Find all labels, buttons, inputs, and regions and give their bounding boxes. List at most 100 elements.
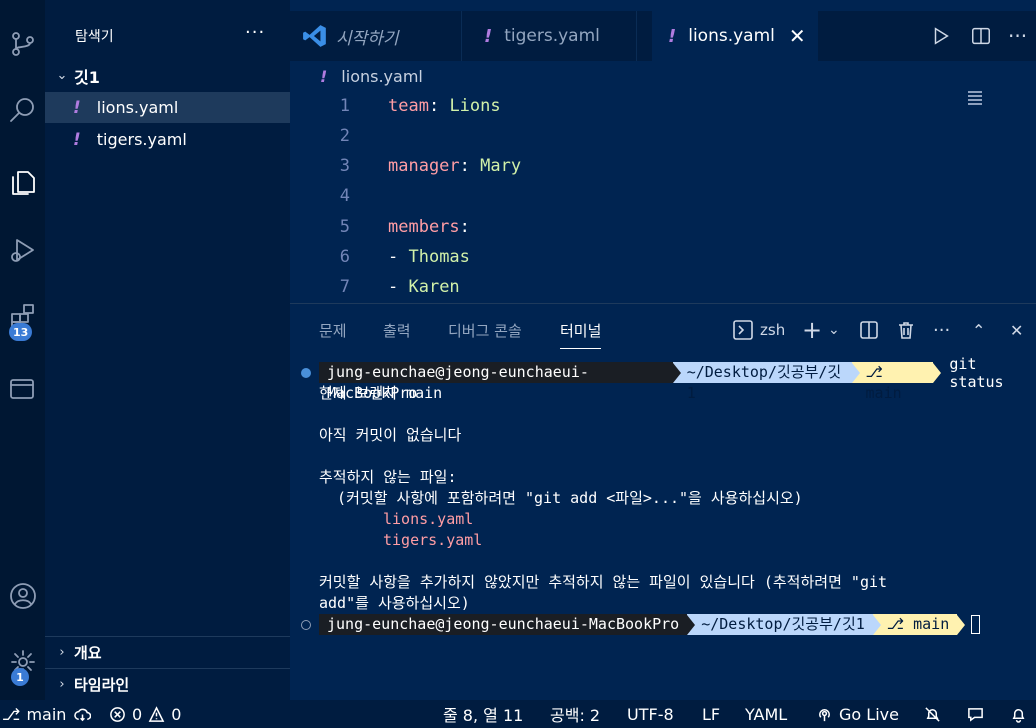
code-line: 7 - Karen	[290, 272, 970, 302]
line-number: 3	[339, 156, 350, 176]
yaml-file-icon: !	[73, 97, 81, 118]
branch-label: main	[26, 704, 67, 724]
source-control-icon[interactable]	[0, 20, 45, 68]
maximize-panel-icon[interactable]: ⌃	[972, 316, 985, 344]
terminal-shell-selector[interactable]: zsh	[733, 316, 785, 344]
warning-count: 0	[171, 704, 182, 724]
problems-status[interactable]: 0 0	[109, 700, 181, 728]
file-name: tigers.yaml	[96, 130, 187, 149]
terminal-line: 커밋할 사항을 추가하지 않았지만 추적하지 않는 파일이 있습니다 (추적하려…	[319, 573, 888, 591]
extensions-badge: 13	[9, 323, 33, 341]
yaml-key: manager	[388, 156, 460, 176]
yaml-key: team	[388, 96, 429, 116]
yaml-key: members	[388, 217, 460, 237]
file-row-lions[interactable]: ! lions.yaml	[45, 92, 290, 123]
section-label: 타임라인	[74, 675, 130, 694]
code-editor[interactable]: ! lions.yaml 1 team: Lions 2 3 manager: …	[290, 61, 1036, 303]
split-terminal-icon[interactable]	[859, 316, 879, 344]
prompt-git-branch: ⎇ main	[872, 614, 958, 635]
line-number: 2	[339, 126, 350, 146]
run-icon[interactable]	[930, 11, 952, 61]
yaml-file-icon: !	[668, 25, 677, 47]
sidebar-title: 탐색기	[75, 29, 114, 45]
terminal-line: 아직 커밋이 없습니다	[319, 426, 462, 444]
file-row-tigers[interactable]: ! tigers.yaml	[45, 124, 290, 155]
sync-cloud-icon	[74, 708, 92, 721]
tab-tigers[interactable]: ! tigers.yaml	[462, 11, 637, 61]
trash-icon[interactable]	[896, 316, 916, 344]
tab-label: lions.yaml	[688, 26, 775, 46]
code-line: 4	[290, 181, 970, 211]
tab-problems[interactable]: 문제	[319, 320, 347, 341]
cursor-position[interactable]: 줄 8, 열 11	[443, 700, 523, 728]
chevron-down-icon: ⌄	[56, 68, 68, 83]
tab-terminal[interactable]: 터미널	[560, 320, 602, 349]
error-icon	[110, 706, 125, 722]
code-line: 2	[290, 121, 970, 151]
bottom-panel: 문제 출력 디버그 콘솔 터미널 zsh + ⌄ ··· ⌃ ✕ jung-eu…	[290, 303, 1036, 700]
git-branch-icon: ⎇	[886, 615, 914, 633]
new-terminal-plus-icon[interactable]: +	[802, 316, 822, 344]
settings-badge: 1	[11, 668, 29, 686]
no-bell-icon[interactable]	[924, 700, 941, 728]
branch-name: main	[913, 615, 950, 633]
prompt-user: jung-eunchae@jeong-eunchaeui-MacBookPro	[319, 362, 673, 402]
warning-icon	[148, 705, 165, 722]
timeline-section[interactable]: › 타임라인	[45, 668, 290, 699]
minimap[interactable]	[968, 91, 982, 109]
branch-name: main	[865, 384, 902, 402]
editor-tabs: 시작하기 ! tigers.yaml ! lions.yaml ✕ ···	[290, 11, 1036, 61]
terminal-line: 추적하지 않는 파일:	[319, 468, 457, 486]
breadcrumb-file[interactable]: lions.yaml	[341, 67, 423, 86]
feedback-icon[interactable]	[967, 700, 984, 728]
language-mode[interactable]: YAML	[745, 700, 787, 728]
explorer-icon[interactable]	[0, 158, 45, 206]
explorer-sidebar: 탐색기 ··· ⌄ 깃1 ! lions.yaml ! tigers.yaml …	[45, 0, 290, 700]
yaml-value: Lions	[449, 96, 501, 116]
notifications-bell-icon[interactable]	[1010, 700, 1027, 728]
terminal-line: 현재 브랜치 main	[319, 384, 443, 402]
outline-section[interactable]: › 개요	[45, 636, 290, 667]
breadcrumb: ! lions.yaml	[320, 67, 423, 86]
account-icon[interactable]	[0, 572, 45, 620]
close-tab-icon[interactable]: ✕	[789, 24, 806, 48]
search-icon[interactable]	[0, 86, 45, 134]
run-debug-icon[interactable]	[0, 226, 45, 274]
tab-debug-console[interactable]: 디버그 콘솔	[448, 320, 522, 341]
yaml-list-item: Thomas	[408, 247, 470, 267]
yaml-value: Mary	[480, 156, 522, 176]
line-number: 6	[339, 247, 350, 267]
yaml-list-item: Karen	[408, 277, 460, 297]
end-of-line[interactable]: LF	[702, 700, 720, 728]
untracked-file: lions.yaml	[383, 510, 474, 528]
encoding[interactable]: UTF-8	[627, 700, 674, 728]
untracked-file: tigers.yaml	[383, 531, 483, 549]
go-live-label: Go Live	[839, 704, 899, 724]
shell-name: zsh	[760, 321, 786, 339]
section-label: 개요	[74, 643, 102, 662]
chevron-down-icon[interactable]: ⌄	[828, 316, 840, 344]
close-panel-icon[interactable]: ✕	[1010, 316, 1023, 344]
prompt-path: ~/Desktop/깃공부/깃1	[687, 614, 873, 635]
more-actions-icon[interactable]: ···	[1008, 11, 1027, 61]
tab-lions[interactable]: ! lions.yaml ✕	[652, 11, 818, 61]
indentation[interactable]: 공백: 2	[550, 700, 600, 728]
broadcast-icon	[819, 708, 830, 721]
split-editor-icon[interactable]	[970, 11, 992, 61]
line-number: 5	[339, 217, 350, 237]
command-pending-dot	[301, 620, 311, 630]
chevron-right-icon: ›	[59, 644, 65, 660]
terminal-prompt: jung-eunchae@jeong-eunchaeui-MacBookPro …	[319, 355, 1036, 402]
sidebar-more-button[interactable]: ···	[245, 22, 265, 43]
activity-bar: 13 1	[0, 0, 45, 700]
go-live-button[interactable]: Go Live	[816, 700, 899, 728]
folder-row[interactable]: ⌄ 깃1	[45, 60, 290, 91]
tab-output[interactable]: 출력	[383, 320, 411, 341]
tab-welcome[interactable]: 시작하기	[290, 11, 462, 61]
branch-status[interactable]: ⎇ main	[2, 700, 92, 728]
code-line: 3 manager: Mary	[290, 151, 970, 181]
remote-explorer-icon[interactable]	[0, 364, 45, 412]
more-actions-icon[interactable]: ···	[933, 316, 950, 344]
tab-label: tigers.yaml	[504, 26, 600, 46]
line-number: 7	[339, 277, 350, 297]
